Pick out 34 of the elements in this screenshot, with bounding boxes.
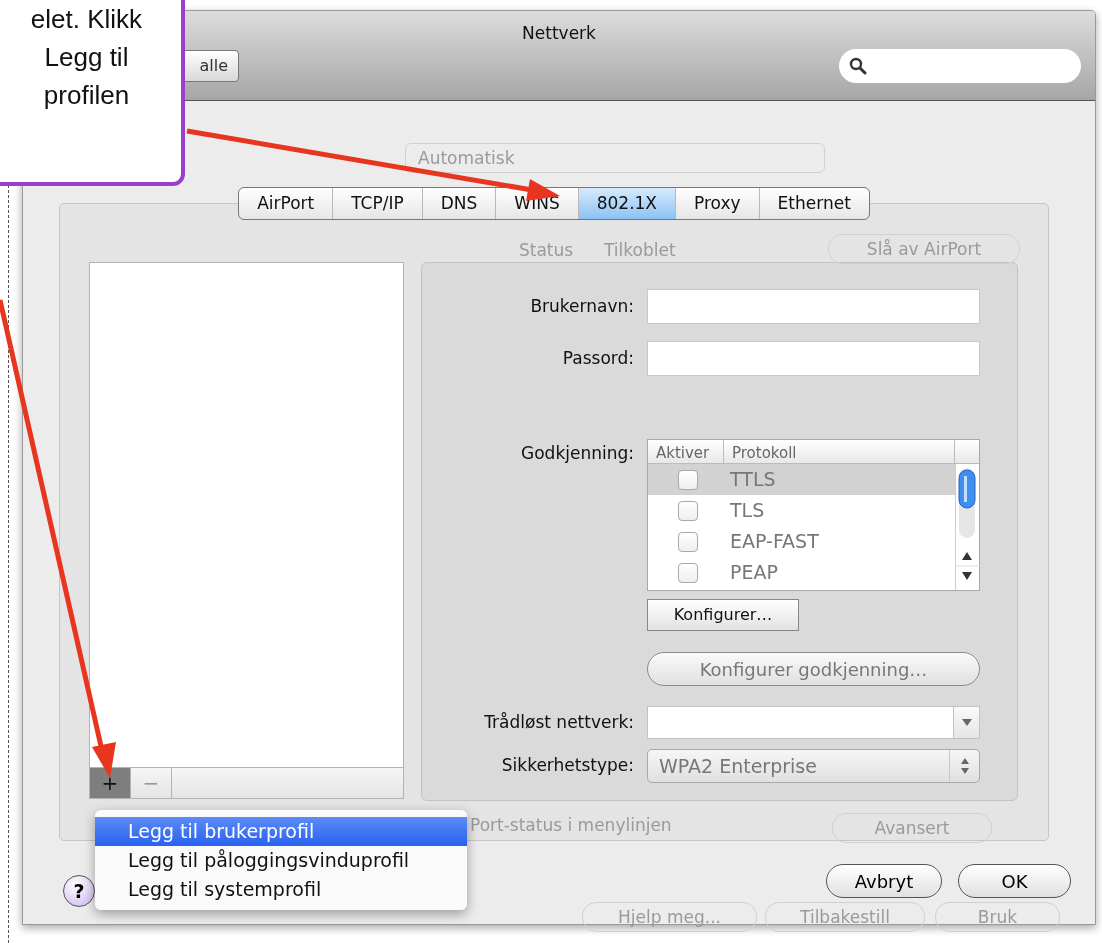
protocol-name: TLS [730, 498, 765, 524]
field-label: Brukernavn: [529, 294, 634, 318]
status-label: Status [519, 239, 574, 262]
tab[interactable]: TCP/IP [333, 188, 423, 219]
protocol-name: TTLS [730, 467, 776, 493]
menu-item[interactable]: Legg til systemprofil [95, 875, 467, 904]
menu-bar-option-label: Port-status i menylinjen [470, 814, 672, 837]
protocol-name: EAP-FAST [730, 529, 819, 555]
tab[interactable]: 802.1X [578, 188, 676, 219]
field-label: Sikkerhetstype: [500, 754, 634, 778]
callout-text: elet. Klikk Legg til profilen [29, 3, 144, 112]
add-button[interactable]: + [90, 768, 131, 798]
stepper-arrows-icon [959, 757, 970, 775]
menu-item[interactable]: Legg til påloggingsvinduprofil [95, 846, 467, 875]
username-field[interactable] [647, 289, 980, 324]
dropdown-icon [961, 719, 972, 726]
tab[interactable]: Proxy [676, 188, 760, 219]
ok-button[interactable]: OK [958, 864, 1071, 898]
search-icon [849, 56, 867, 75]
menu-item[interactable]: Legg til brukerprofil [95, 817, 467, 846]
field-label: Trådløst nettverk: [483, 710, 634, 734]
tab[interactable]: Ethernet [759, 188, 869, 219]
password-field[interactable] [647, 341, 980, 376]
help-button[interactable]: ? [63, 875, 95, 907]
configure-button[interactable]: Konfigurer… [647, 599, 799, 631]
field-label: Passord: [561, 346, 634, 370]
search-field[interactable] [839, 48, 1081, 83]
protocol-name: PEAP [730, 560, 778, 586]
cancel-button[interactable]: Avbryt [826, 864, 942, 898]
field-label: Godkjenning: [520, 442, 634, 465]
window-title: Nettverk [522, 22, 596, 45]
status-value: Tilkoblet [604, 239, 676, 262]
network-combo-box[interactable] [647, 706, 980, 739]
tab[interactable]: DNS [422, 188, 497, 219]
